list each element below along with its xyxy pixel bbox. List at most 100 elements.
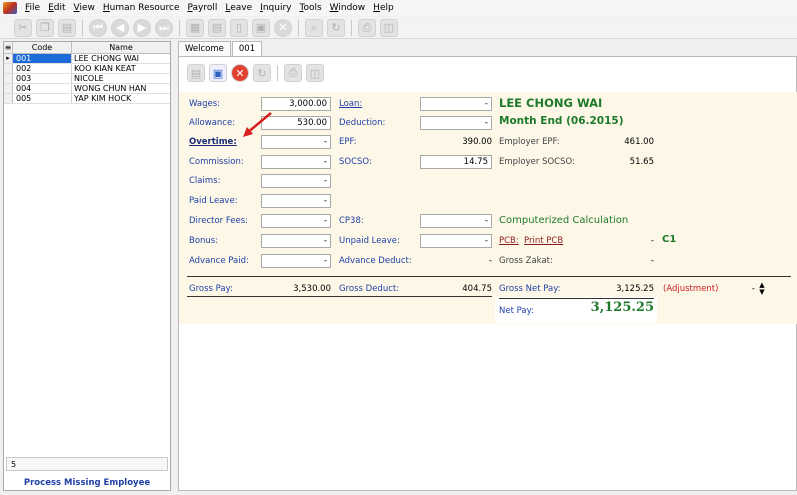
refresh-icon[interactable]: ↻ [327, 18, 345, 37]
save-icon[interactable]: ▣ [209, 64, 227, 82]
record-toolbar: ▤ ▣ ✕ ↻ ⎙ ◫ [187, 62, 324, 84]
net-pay-box: Net Pay: 3,125.25 [495, 297, 657, 323]
employee-name: NICOLE [74, 74, 104, 83]
menu-edit[interactable]: Edit [44, 3, 69, 13]
print-pcb-link[interactable]: Print PCB [524, 236, 563, 246]
edit-icon[interactable]: ▤ [208, 18, 226, 37]
cut-icon[interactable]: ✂ [14, 18, 32, 37]
gross-net-pay-value: 3,125.25 [616, 284, 654, 294]
overtime-link[interactable]: Overtime: [189, 137, 237, 147]
toolbar-separator [82, 19, 83, 36]
payroll-form: Wages: 3,000.00 Allowance: 530.00 Overti… [179, 92, 797, 324]
gross-deduct-label: Gross Deduct: [339, 284, 400, 294]
claims-field[interactable]: - [261, 174, 331, 188]
cp38-field[interactable]: - [420, 214, 492, 228]
gross-deduct-value: 404.75 [462, 284, 492, 294]
menu-tools[interactable]: Tools [295, 3, 325, 13]
menu-help[interactable]: Help [369, 3, 398, 13]
adjustment-spinner[interactable]: ▲ ▼ [757, 282, 767, 296]
loan-link[interactable]: Loan: [339, 99, 362, 109]
delete-icon[interactable]: ✕ [231, 64, 249, 82]
print-icon[interactable]: ⎙ [284, 64, 302, 82]
menu-leave[interactable]: Leave [221, 3, 256, 13]
deduction-field[interactable]: - [420, 116, 492, 130]
employer-epf-label: Employer EPF: [499, 137, 560, 147]
find-icon[interactable]: ⌕ [305, 18, 323, 37]
previous-record-icon[interactable]: ◀ [111, 18, 129, 37]
director-fees-label: Director Fees: [189, 216, 249, 226]
first-record-icon[interactable]: ⏮ [89, 18, 107, 37]
director-fees-field[interactable]: - [261, 214, 331, 228]
new-icon[interactable]: ▦ [186, 18, 204, 37]
menu-human-resource[interactable]: Human Resource [99, 3, 184, 13]
row-indicator-header: ≡ [4, 42, 13, 53]
gross-pay-label: Gross Pay: [189, 284, 233, 294]
employee-row[interactable]: 002 KOO KIAN KEAT [4, 64, 170, 74]
epf-value: 390.00 [462, 137, 492, 147]
unpaid-leave-field[interactable]: - [420, 234, 492, 248]
tab-001[interactable]: 001 [231, 41, 263, 56]
employee-row[interactable]: 004 WONG CHUN HAN [4, 84, 170, 94]
save-icon[interactable]: ▣ [252, 18, 270, 37]
employee-code: 003 [13, 74, 72, 83]
employee-row[interactable]: ▸ 001 LEE CHONG WAI [4, 54, 170, 64]
paid-leave-field[interactable]: - [261, 194, 331, 208]
next-record-icon[interactable]: ▶ [133, 18, 151, 37]
allowance-label: Allowance: [189, 118, 236, 128]
totals-divider [187, 276, 791, 277]
bonus-label: Bonus: [189, 236, 219, 246]
blank-icon[interactable]: ▯ [230, 18, 248, 37]
employee-code: 005 [13, 94, 72, 103]
delete-icon[interactable]: ✕ [274, 18, 292, 37]
adjustment-value: - [751, 284, 755, 294]
employee-name: LEE CHONG WAI [74, 54, 140, 63]
preview-icon[interactable]: ◫ [380, 18, 398, 37]
employee-row[interactable]: 003 NICOLE [4, 74, 170, 84]
advance-deduct-label: Advance Deduct: [339, 256, 412, 266]
unpaid-leave-label: Unpaid Leave: [339, 236, 400, 246]
document-tabs: Welcome 001 [178, 41, 263, 56]
employee-list-header: ≡ Code Name [4, 42, 170, 54]
advance-paid-field[interactable]: - [261, 254, 331, 268]
row-indicator [4, 74, 13, 83]
tab-welcome[interactable]: Welcome [178, 41, 231, 56]
menu-window[interactable]: Window [326, 3, 370, 13]
refresh-icon[interactable]: ↻ [253, 64, 271, 82]
socso-field[interactable]: 14.75 [420, 155, 492, 169]
gross-net-pay-label: Gross Net Pay: [499, 284, 561, 294]
main-toolbar: ✂ ❐ ▤ ⏮ ◀ ▶ ⏭ ▦ ▤ ▯ ▣ ✕ ⌕ ↻ ⎙ ◫ [0, 17, 797, 39]
employer-epf-value: 461.00 [624, 137, 654, 147]
bonus-field[interactable]: - [261, 234, 331, 248]
employee-name-title: LEE CHONG WAI [499, 96, 603, 110]
copy-icon[interactable]: ❐ [36, 18, 54, 37]
last-record-icon[interactable]: ⏭ [155, 18, 173, 37]
process-missing-employee-button[interactable]: Process Missing Employee [6, 476, 168, 490]
net-pay-value: 3,125.25 [590, 300, 654, 315]
menu-inquiry[interactable]: Inquiry [256, 3, 295, 13]
loan-field[interactable]: - [420, 97, 492, 111]
menu-file[interactable]: File [21, 3, 44, 13]
employee-code: 002 [13, 64, 72, 73]
preview-icon[interactable]: ◫ [306, 64, 324, 82]
current-row-icon: ▸ [4, 54, 13, 63]
pcb-code: C1 [662, 234, 677, 245]
menu-view[interactable]: View [70, 3, 99, 13]
app-logo-icon [3, 2, 17, 14]
edit-icon[interactable]: ▤ [187, 64, 205, 82]
row-indicator [4, 94, 13, 103]
employee-code: 004 [13, 84, 72, 93]
wages-field[interactable]: 3,000.00 [261, 97, 331, 111]
paste-icon[interactable]: ▤ [58, 18, 76, 37]
menu-payroll[interactable]: Payroll [184, 3, 222, 13]
column-header-code[interactable]: Code [13, 42, 72, 53]
net-pay-label: Net Pay: [499, 306, 534, 316]
pcb-label: PCB: [499, 236, 519, 246]
column-header-name[interactable]: Name [72, 42, 170, 53]
employee-count: 5 [6, 457, 168, 471]
commission-field[interactable]: - [261, 155, 331, 169]
print-icon[interactable]: ⎙ [358, 18, 376, 37]
advance-paid-label: Advance Paid: [189, 256, 249, 266]
toolbar-separator [351, 19, 352, 36]
claims-label: Claims: [189, 176, 221, 186]
employee-row[interactable]: 005 YAP KIM HOCK [4, 94, 170, 104]
